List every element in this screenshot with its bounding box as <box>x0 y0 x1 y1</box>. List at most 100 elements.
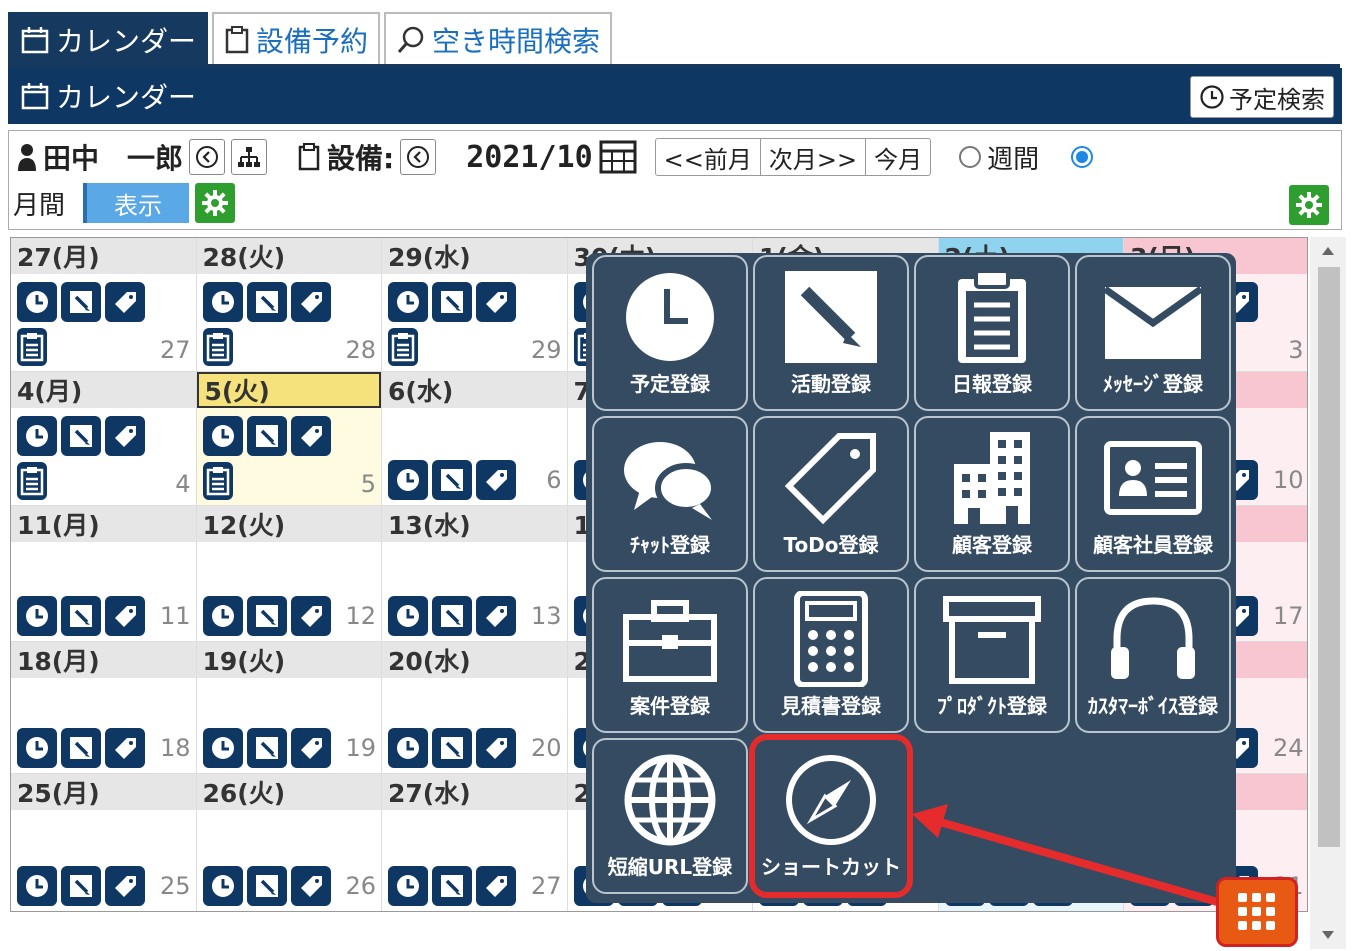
day-header[interactable]: 5(火) <box>196 372 381 408</box>
scroll-up-icon[interactable] <box>1310 241 1346 263</box>
menu-tile[interactable]: 予定登録 <box>592 255 748 411</box>
scroll-down-icon[interactable] <box>1310 923 1346 945</box>
equipment-select-button[interactable] <box>400 139 437 175</box>
tag-quick-button[interactable] <box>290 416 331 456</box>
pencil-quick-button[interactable] <box>432 866 472 906</box>
menu-tile[interactable]: ｶｽﾀﾏｰﾎﾞｲｽ登録 <box>1075 577 1231 733</box>
tag-quick-button[interactable] <box>476 460 516 500</box>
tag-quick-button[interactable] <box>290 866 331 906</box>
tag-quick-button[interactable] <box>290 596 331 636</box>
menu-tile[interactable]: 顧客社員登録 <box>1075 416 1231 572</box>
clock-quick-button[interactable] <box>388 866 428 906</box>
pencil-quick-button[interactable] <box>432 596 472 636</box>
day-header[interactable]: 27(月) <box>11 238 196 274</box>
prev-month-button[interactable]: <<前月 <box>656 139 761 175</box>
tag-quick-button[interactable] <box>476 596 516 636</box>
tab-equipment[interactable]: 設備予約 <box>212 12 381 66</box>
report-quick-button[interactable] <box>17 328 47 366</box>
pencil-quick-button[interactable] <box>61 416 101 456</box>
clock-quick-button[interactable] <box>17 866 57 906</box>
pencil-quick-button[interactable] <box>432 460 472 500</box>
pencil-quick-button[interactable] <box>432 728 472 768</box>
this-month-button[interactable]: 今月 <box>866 139 930 175</box>
clock-quick-button[interactable] <box>17 728 57 768</box>
pencil-quick-button[interactable] <box>246 282 287 322</box>
clock-quick-button[interactable] <box>202 416 243 456</box>
calendar-grid-icon[interactable] <box>599 140 637 174</box>
tag-quick-button[interactable] <box>105 866 145 906</box>
org-select-button[interactable] <box>231 139 268 175</box>
week-view-radio[interactable] <box>959 146 982 168</box>
menu-tile[interactable]: 活動登録 <box>753 255 909 411</box>
settings-button[interactable] <box>195 183 236 223</box>
clock-quick-button[interactable] <box>202 596 243 636</box>
menu-tile[interactable]: 顧客登録 <box>914 416 1070 572</box>
clock-quick-button[interactable] <box>17 416 57 456</box>
menu-tile[interactable]: ショートカット <box>749 734 913 898</box>
pencil-quick-button[interactable] <box>246 866 287 906</box>
day-header[interactable]: 13(水) <box>382 506 567 542</box>
day-header[interactable]: 18(月) <box>11 642 196 678</box>
tag-quick-button[interactable] <box>476 728 516 768</box>
report-quick-button[interactable] <box>202 328 233 366</box>
user-select-button[interactable] <box>189 139 226 175</box>
clock-quick-button[interactable] <box>388 460 428 500</box>
show-button[interactable]: 表示 <box>83 183 190 223</box>
tag-quick-button[interactable] <box>290 282 331 322</box>
day-header[interactable]: 29(水) <box>382 238 567 274</box>
menu-tile[interactable]: ﾁｬｯﾄ登録 <box>592 416 748 572</box>
menu-tile[interactable]: 日報登録 <box>914 255 1070 411</box>
report-quick-button[interactable] <box>202 462 233 500</box>
tag-quick-button[interactable] <box>105 416 145 456</box>
day-header[interactable]: 28(火) <box>196 238 381 274</box>
quick-menu-button[interactable] <box>1216 877 1298 947</box>
tag-quick-button[interactable] <box>476 866 516 906</box>
next-month-button[interactable]: 次月>> <box>761 139 867 175</box>
tab-free-time-search[interactable]: 空き時間検索 <box>384 12 613 66</box>
day-header[interactable]: 6(水) <box>382 372 567 408</box>
report-quick-button[interactable] <box>17 462 47 500</box>
scrollbar-thumb[interactable] <box>1318 267 1340 847</box>
day-header[interactable]: 25(月) <box>11 774 196 810</box>
menu-tile[interactable]: 短縮URL登録 <box>592 738 748 894</box>
pencil-quick-button[interactable] <box>61 728 101 768</box>
day-header[interactable]: 4(月) <box>11 372 196 408</box>
clock-quick-button[interactable] <box>388 282 428 322</box>
day-header[interactable]: 26(火) <box>196 774 381 810</box>
day-header[interactable]: 19(火) <box>196 642 381 678</box>
menu-tile[interactable]: ﾌﾟﾛﾀﾞｸﾄ登録 <box>914 577 1070 733</box>
pencil-quick-button[interactable] <box>246 416 287 456</box>
vertical-scrollbar[interactable] <box>1310 237 1346 949</box>
pencil-quick-button[interactable] <box>246 596 287 636</box>
pencil-quick-button[interactable] <box>61 596 101 636</box>
tab-calendar[interactable]: カレンダー <box>8 12 209 66</box>
menu-tile[interactable]: 見積書登録 <box>753 577 909 733</box>
day-header[interactable]: 27(水) <box>382 774 567 810</box>
report-quick-button[interactable] <box>388 328 418 366</box>
pencil-quick-button[interactable] <box>246 728 287 768</box>
clock-quick-button[interactable] <box>202 728 243 768</box>
menu-tile[interactable]: 案件登録 <box>592 577 748 733</box>
clock-quick-button[interactable] <box>202 282 243 322</box>
pencil-quick-button[interactable] <box>432 282 472 322</box>
clock-quick-button[interactable] <box>17 596 57 636</box>
tag-quick-button[interactable] <box>105 728 145 768</box>
menu-tile[interactable]: ToDo登録 <box>753 416 909 572</box>
schedule-search-button[interactable]: 予定検索 <box>1190 76 1334 118</box>
tag-quick-button[interactable] <box>476 282 516 322</box>
day-header[interactable]: 12(火) <box>196 506 381 542</box>
settings-button-right[interactable] <box>1289 185 1329 225</box>
tag-quick-button[interactable] <box>105 596 145 636</box>
month-view-radio[interactable] <box>1071 146 1094 168</box>
clock-quick-button[interactable] <box>388 596 428 636</box>
day-header[interactable]: 11(月) <box>11 506 196 542</box>
tag-quick-button[interactable] <box>105 282 145 322</box>
menu-tile[interactable]: ﾒｯｾｰｼﾞ登録 <box>1075 255 1231 411</box>
pencil-quick-button[interactable] <box>61 282 101 322</box>
clock-quick-button[interactable] <box>388 728 428 768</box>
pencil-quick-button[interactable] <box>61 866 101 906</box>
clock-quick-button[interactable] <box>17 282 57 322</box>
tag-quick-button[interactable] <box>290 728 331 768</box>
day-header[interactable]: 20(水) <box>382 642 567 678</box>
clock-quick-button[interactable] <box>202 866 243 906</box>
